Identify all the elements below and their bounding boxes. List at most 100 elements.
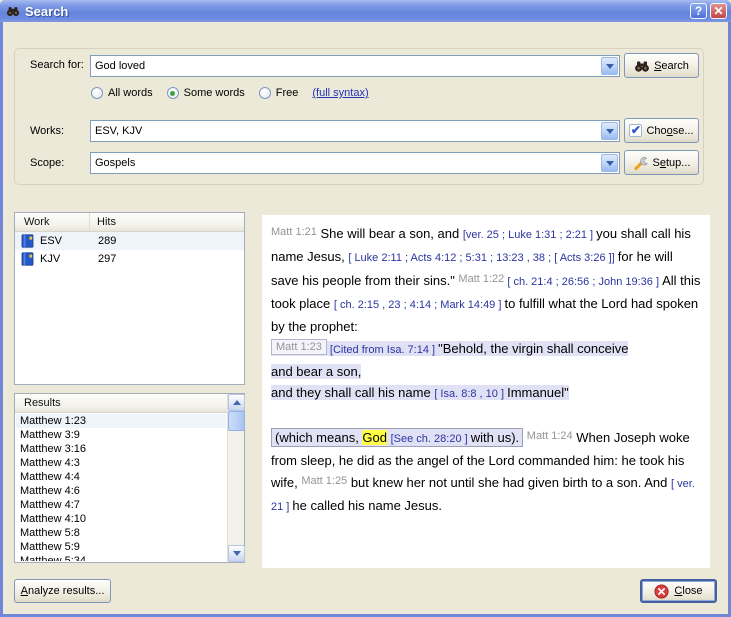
- works-value[interactable]: ESV, KJV: [91, 125, 601, 137]
- book-icon: [20, 234, 36, 248]
- list-item[interactable]: Matthew 1:23: [16, 414, 226, 428]
- list-item[interactable]: Matthew 4:7: [16, 498, 226, 512]
- chevron-up-icon: [233, 400, 241, 405]
- analyze-button-label: Analyze results...: [21, 585, 105, 597]
- choose-works-button[interactable]: ✔ Choose...: [624, 118, 699, 143]
- analyze-results-button[interactable]: Analyze results...: [14, 579, 111, 603]
- dialog-body: Search for: God loved Search All words So…: [3, 22, 728, 614]
- list-item[interactable]: Matthew 5:9: [16, 540, 226, 554]
- verse-text: and they shall call his name: [271, 385, 434, 400]
- search-for-combobox[interactable]: God loved: [90, 55, 620, 77]
- chevron-down-icon: [233, 551, 241, 556]
- binoculars-icon: [634, 58, 650, 74]
- scroll-down-button[interactable]: [228, 545, 245, 562]
- verse-number: Matt 1:24: [527, 430, 573, 442]
- table-row[interactable]: ESV289: [15, 232, 244, 250]
- verse-number: Matt 1:23: [271, 339, 327, 355]
- book-icon: [20, 252, 36, 266]
- radio-label: Some words: [184, 87, 245, 99]
- scope-value[interactable]: Gospels: [91, 157, 601, 169]
- radio-label: All words: [108, 87, 153, 99]
- scope-dropdown-button[interactable]: [601, 154, 618, 172]
- scope-combobox[interactable]: Gospels: [90, 152, 620, 174]
- radio-free[interactable]: Free: [259, 87, 299, 99]
- radio-icon[interactable]: [259, 87, 271, 99]
- checkmark-icon: ✔: [629, 124, 642, 137]
- results-panel: Results Matthew 1:23Matthew 3:9Matthew 3…: [14, 393, 245, 563]
- highlighted-run: Matt 1:23 [Cited from Isa. 7:14 ] "Behol…: [271, 341, 628, 400]
- work-hits: 289: [90, 235, 116, 247]
- binoculars-icon: [6, 4, 20, 18]
- work-rows: ESV289KJV297: [15, 232, 244, 268]
- list-item[interactable]: Matthew 3:9: [16, 428, 226, 442]
- word-mode-radios: All words Some words Free (full syntax): [91, 85, 369, 101]
- verse-paragraph: Matt 1:21 She will bear a son, and [ver.…: [271, 222, 702, 337]
- verse-text: he called his name Jesus.: [292, 498, 442, 513]
- close-button[interactable]: Close: [640, 579, 717, 603]
- verse-number: Matt 1:21: [271, 226, 317, 238]
- radio-selected-dot: [170, 91, 175, 96]
- search-button[interactable]: Search: [624, 53, 699, 78]
- list-item[interactable]: Matthew 4:4: [16, 470, 226, 484]
- verse-number: Matt 1:22: [458, 273, 504, 285]
- cross-reference[interactable]: [ Luke 2:11 ; Acts 4:12 ; 5:31 ; 13:23 ,…: [348, 252, 617, 264]
- radio-some-words[interactable]: Some words: [167, 87, 245, 99]
- work-hits-header: Work Hits: [15, 213, 244, 232]
- list-item[interactable]: Matthew 4:6: [16, 484, 226, 498]
- work-hits: 297: [90, 253, 116, 265]
- search-dialog: Search ? ✕ Search for: God loved: [0, 0, 731, 617]
- verse-text: and bear a son,: [271, 364, 361, 379]
- works-combobox[interactable]: ESV, KJV: [90, 120, 620, 142]
- chevron-down-icon: [606, 129, 614, 134]
- verse-text: (which means,: [275, 430, 362, 445]
- setup-button-label: Setup...: [653, 157, 691, 169]
- verse-text-panel[interactable]: Matt 1:21 She will bear a son, and [ver.…: [262, 215, 710, 568]
- scroll-up-button[interactable]: [228, 394, 245, 411]
- scrollbar-thumb[interactable]: [228, 411, 245, 431]
- scope-label: Scope:: [30, 157, 64, 169]
- verse-text: but knew her not until she had given bir…: [347, 475, 671, 490]
- close-circle-icon: [654, 583, 670, 599]
- help-button[interactable]: ?: [690, 3, 707, 19]
- results-scrollbar[interactable]: [227, 394, 244, 562]
- verse-number: Matt 1:25: [301, 475, 347, 487]
- radio-icon[interactable]: [91, 87, 103, 99]
- cross-reference[interactable]: [See ch. 28:20 ]: [391, 433, 471, 445]
- close-button-label: Close: [674, 585, 702, 597]
- search-hit-highlight: God: [362, 430, 387, 445]
- list-item[interactable]: Matthew 3:16: [16, 442, 226, 456]
- list-item[interactable]: Matthew 5:8: [16, 526, 226, 540]
- works-label: Works:: [30, 125, 64, 137]
- search-for-value[interactable]: God loved: [91, 60, 601, 72]
- radio-all-words[interactable]: All words: [91, 87, 153, 99]
- list-item[interactable]: Matthew 4:10: [16, 512, 226, 526]
- close-window-button[interactable]: ✕: [710, 3, 727, 19]
- column-header-work[interactable]: Work: [15, 213, 90, 231]
- search-for-label: Search for:: [30, 59, 84, 71]
- list-item[interactable]: Matthew 4:3: [16, 456, 226, 470]
- cross-reference[interactable]: [ Isa. 8:8 , 10 ]: [434, 388, 507, 400]
- cross-reference[interactable]: [ver. 25 ; Luke 1:31 ; 2:21 ]: [463, 229, 596, 241]
- radio-icon[interactable]: [167, 87, 179, 99]
- work-hits-panel: Work Hits ESV289KJV297: [14, 212, 245, 385]
- verse-paragraph: (which means, God [See ch. 28:20 ] with …: [271, 426, 702, 518]
- highlighted-phrase: (which means, God [See ch. 28:20 ] with …: [271, 428, 523, 447]
- window-title: Search: [25, 4, 687, 19]
- search-for-dropdown-button[interactable]: [601, 57, 618, 75]
- cross-reference[interactable]: [Cited from Isa. 7:14 ]: [327, 344, 438, 356]
- works-dropdown-button[interactable]: [601, 122, 618, 140]
- verse-text: She will bear a son, and: [317, 226, 463, 241]
- verse-paragraph: [271, 405, 702, 426]
- search-button-label: Search: [654, 60, 689, 72]
- full-syntax-link[interactable]: (full syntax): [312, 87, 368, 99]
- list-item[interactable]: Matthew 5:34: [16, 554, 226, 561]
- results-header-label: Results: [15, 397, 61, 409]
- verse-paragraph: Matt 1:23 [Cited from Isa. 7:14 ] "Behol…: [271, 337, 702, 405]
- titlebar[interactable]: Search ? ✕: [0, 0, 731, 22]
- cross-reference[interactable]: [ ch. 2:15 , 23 ; 4:14 ; Mark 14:49 ]: [334, 299, 505, 311]
- setup-scope-button[interactable]: Setup...: [624, 150, 699, 175]
- table-row[interactable]: KJV297: [15, 250, 244, 268]
- column-header-hits[interactable]: Hits: [90, 216, 116, 228]
- cross-reference[interactable]: [ ch. 21:4 ; 26:56 ; John 19:36 ]: [504, 276, 662, 288]
- choose-button-label: Choose...: [646, 125, 693, 137]
